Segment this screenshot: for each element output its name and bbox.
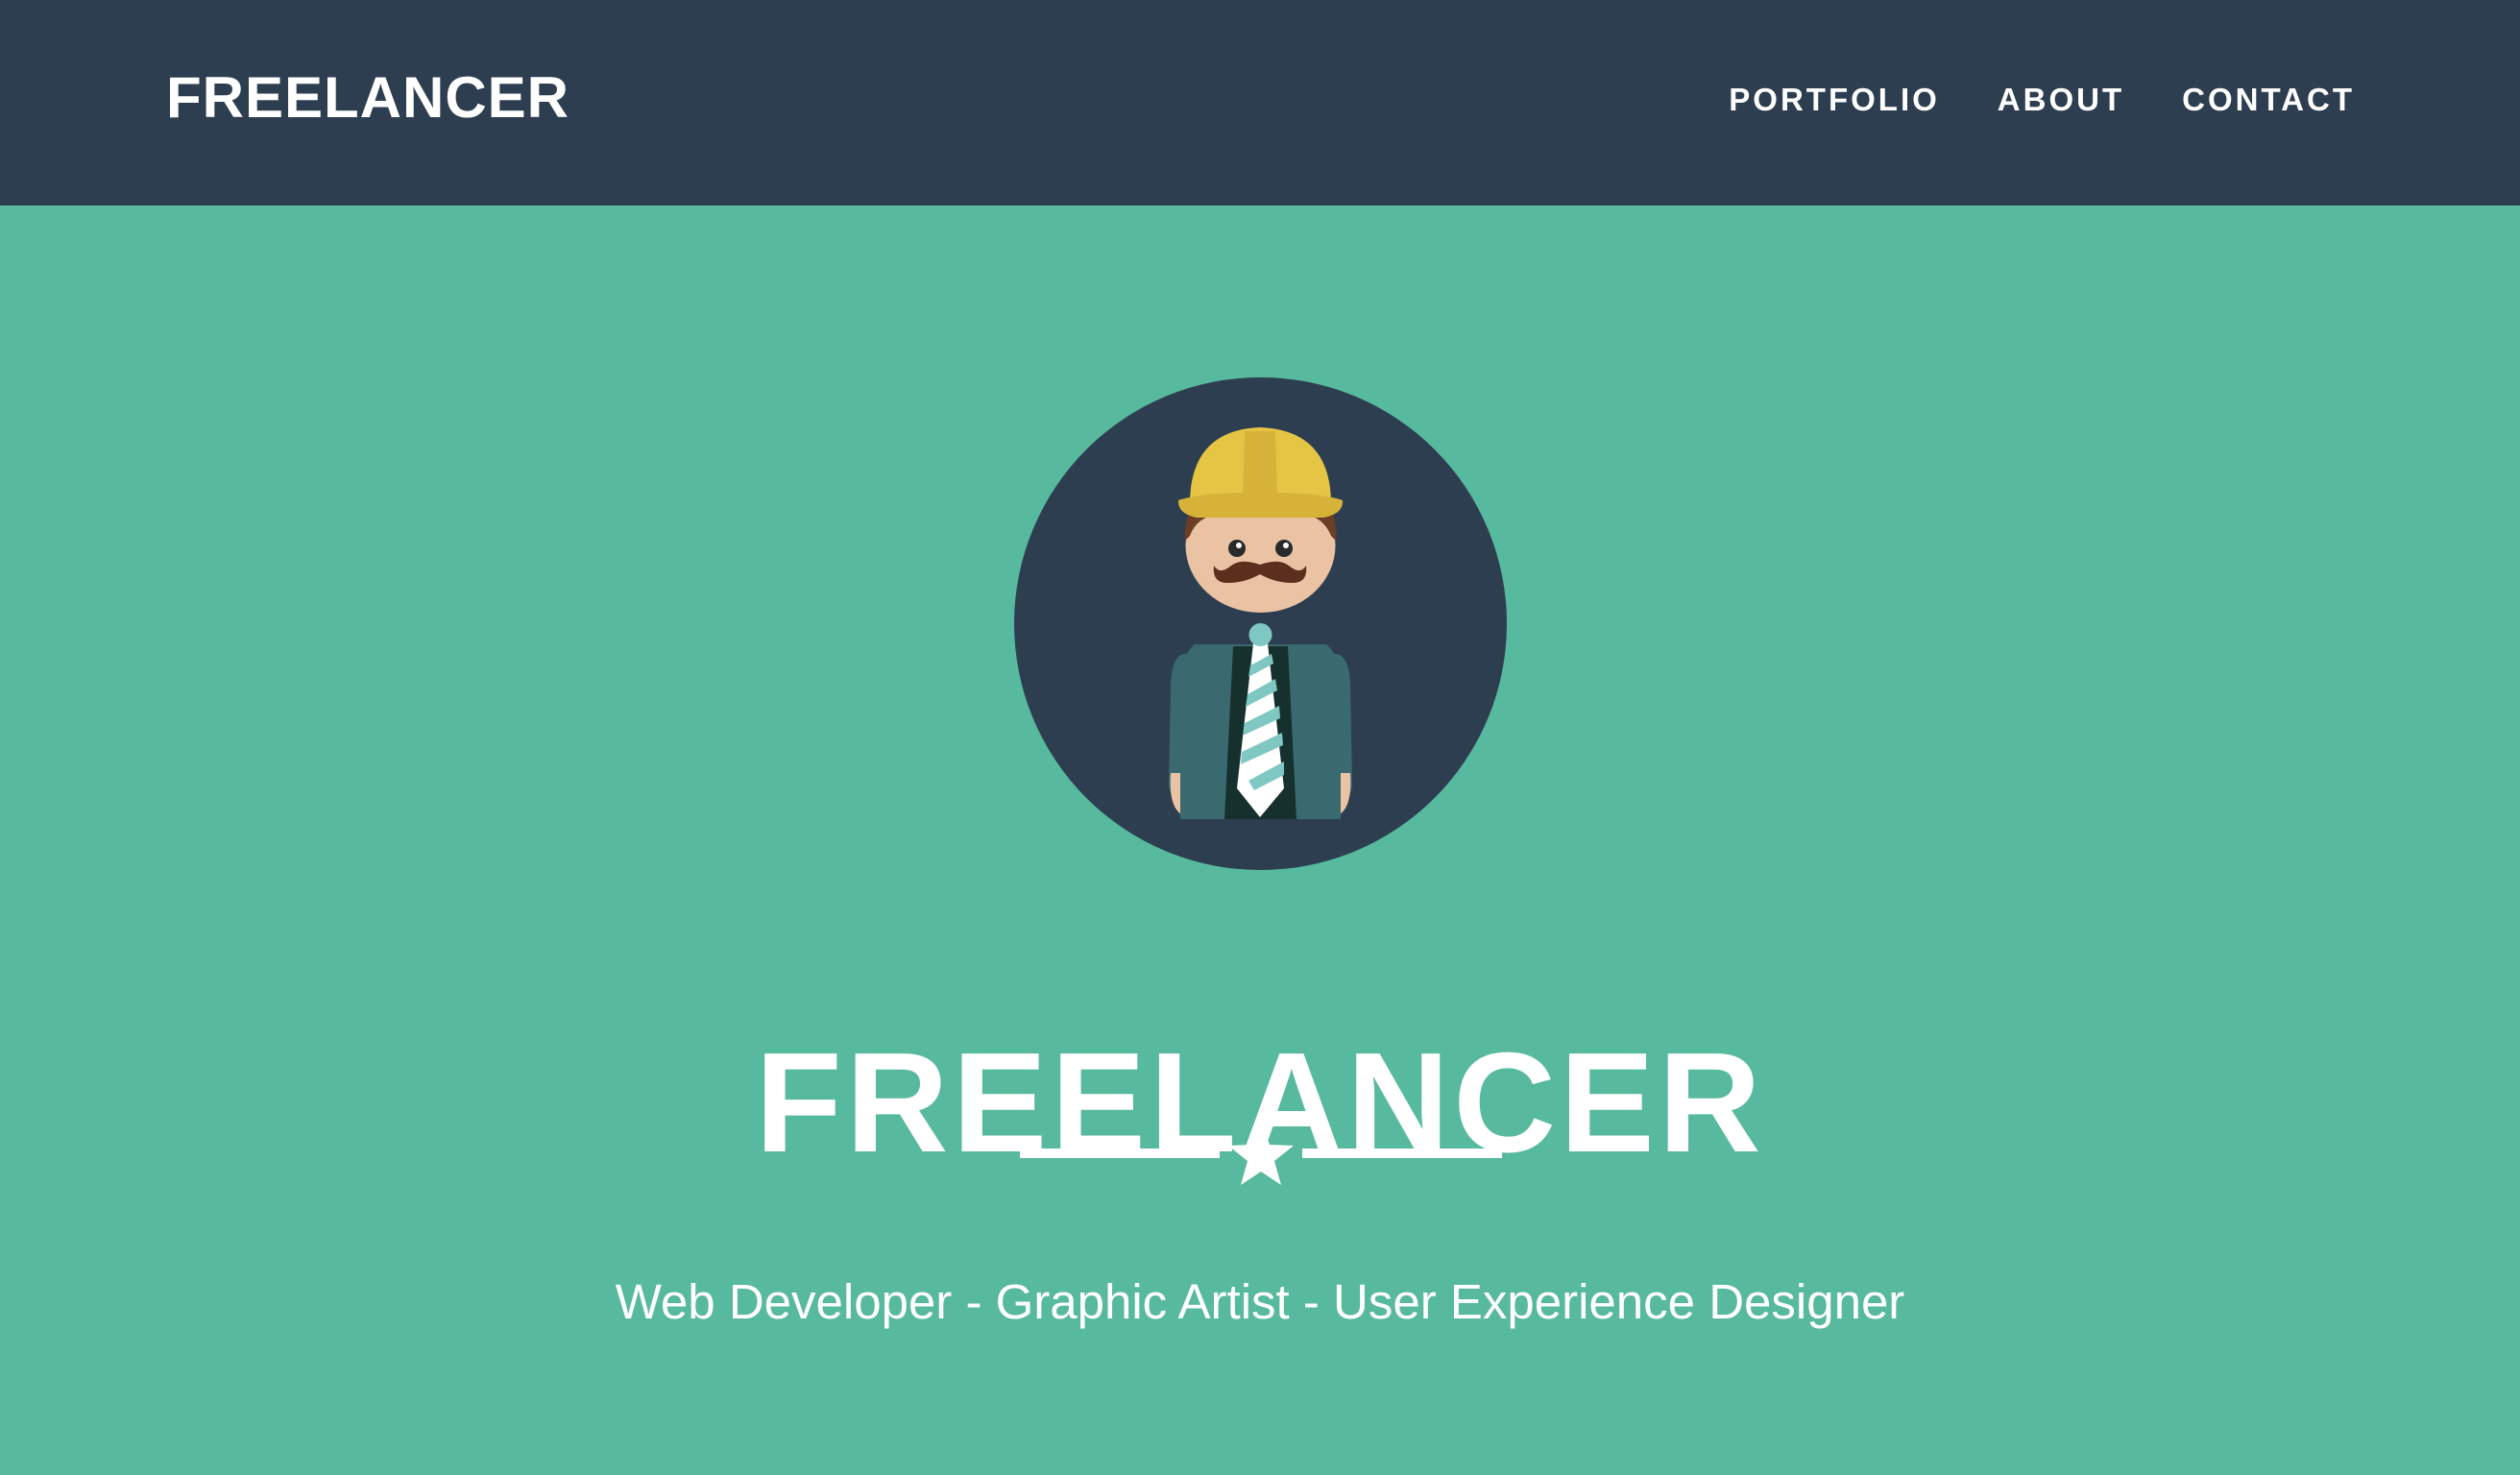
hero-subtitle: Web Developer - Graphic Artist - User Ex…: [615, 1274, 1905, 1329]
star-divider: [1020, 1123, 1502, 1185]
star-icon: [1228, 1123, 1294, 1185]
nav-link-portfolio[interactable]: PORTFOLIO: [1729, 79, 1940, 121]
avatar-image: [1014, 377, 1507, 870]
brand-link[interactable]: FREELANCER: [166, 63, 569, 133]
nav-links: PORTFOLIO ABOUT CONTACT: [1729, 79, 2355, 121]
navbar: FREELANCER PORTFOLIO ABOUT CONTACT: [0, 0, 2520, 206]
nav-link-contact[interactable]: CONTACT: [2182, 79, 2355, 121]
nav-link-about[interactable]: ABOUT: [1998, 79, 2124, 121]
